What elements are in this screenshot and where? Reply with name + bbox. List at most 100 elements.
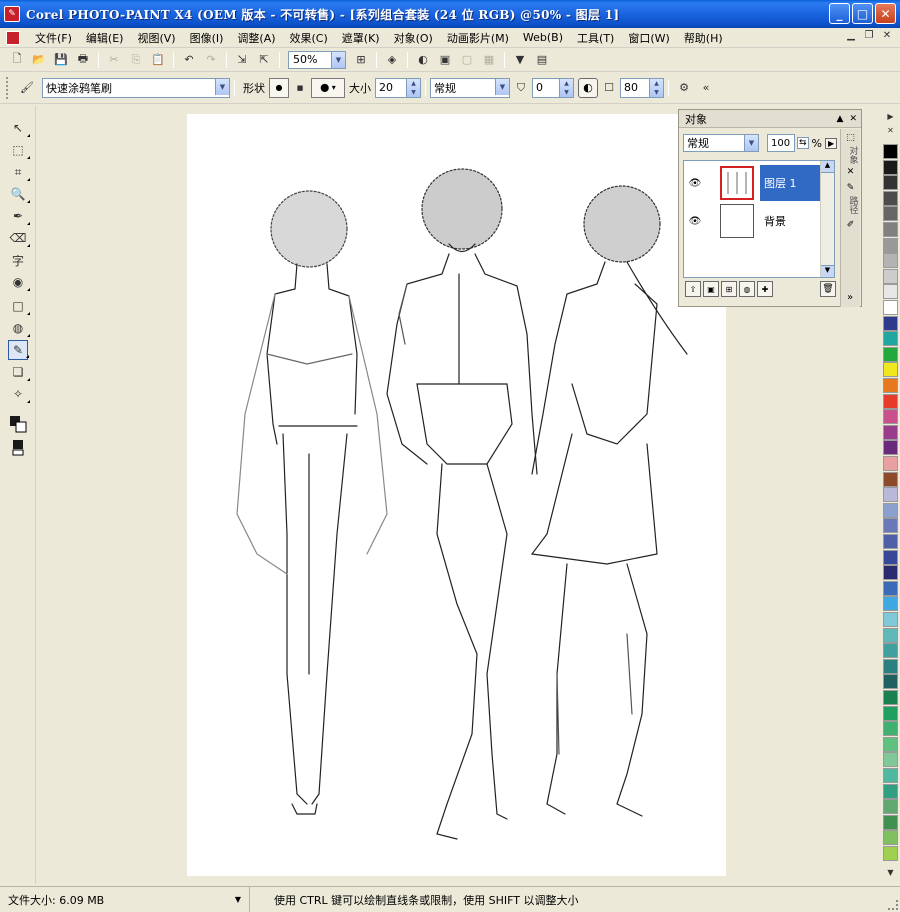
scroll-up-icon[interactable]: ▲	[821, 161, 834, 173]
docker-tab-brush-icon[interactable]: ✐	[841, 220, 860, 230]
undo-icon[interactable]: ↶	[180, 51, 198, 69]
chevron-down-icon[interactable]: ▼	[744, 135, 758, 151]
cut-icon[interactable]: ✂	[105, 51, 123, 69]
menu-object[interactable]: 对象(O)	[387, 30, 440, 46]
maximize-button[interactable]: □	[852, 3, 873, 24]
zoom-fit-icon[interactable]: ⊞	[352, 51, 370, 69]
scroll-down-icon[interactable]: ▼	[821, 265, 834, 277]
size-spinner[interactable]: 20 ▲ ▼	[375, 77, 421, 98]
new-lens-icon[interactable]: ✚	[757, 281, 773, 297]
color-swatch[interactable]	[883, 315, 898, 331]
eye-icon[interactable]: 👁	[684, 216, 706, 227]
zoom-tool-icon[interactable]: 🔍	[8, 184, 30, 204]
color-swatch[interactable]	[883, 471, 898, 487]
red-eye-tool-icon[interactable]: ◉	[8, 272, 30, 292]
color-swatch[interactable]	[883, 268, 898, 284]
docker-tab-close-icon[interactable]: ✕	[841, 167, 860, 177]
color-swatch[interactable]	[883, 721, 898, 737]
color-swatch[interactable]	[883, 487, 898, 503]
copy-icon[interactable]: ⎘	[127, 51, 145, 69]
color-swatch[interactable]	[883, 300, 898, 315]
menu-edit[interactable]: 编辑(E)	[79, 30, 131, 46]
color-swatch[interactable]	[883, 674, 898, 690]
blend-mode-select[interactable]: 常规 ▼	[683, 134, 759, 152]
layers-scrollbar[interactable]: ▲ ▼	[820, 161, 834, 277]
color-swatch[interactable]	[883, 284, 898, 300]
color-swatch[interactable]	[883, 222, 898, 237]
color-swatch[interactable]	[883, 658, 898, 674]
export-icon[interactable]: ⇱	[255, 51, 273, 69]
no-color-icon[interactable]: ✕	[883, 126, 898, 140]
zoom-level-select[interactable]: 50% ▼	[288, 50, 346, 69]
spinner-arrows-icon[interactable]: ▲ ▼	[649, 78, 663, 97]
color-swatch[interactable]	[883, 378, 898, 393]
color-swatch[interactable]	[883, 456, 898, 471]
eraser-tool-icon[interactable]: ⌫	[8, 228, 30, 248]
minimize-button[interactable]: _	[829, 3, 850, 24]
document-icon[interactable]	[6, 30, 20, 45]
color-swatch[interactable]	[883, 362, 898, 378]
chevron-down-icon[interactable]: ▼	[215, 78, 229, 95]
doc-restore-icon[interactable]: ❐	[862, 30, 876, 41]
color-swatch[interactable]	[883, 518, 898, 534]
effect-tool-icon[interactable]: ❏	[8, 362, 30, 382]
menu-tools[interactable]: 工具(T)	[570, 30, 621, 46]
save-icon[interactable]: 💾	[52, 51, 70, 69]
color-swatch[interactable]	[883, 627, 898, 643]
color-swatch[interactable]	[883, 534, 898, 549]
file-size-section[interactable]: 文件大小: 6.09 MB ▼	[0, 887, 250, 912]
doc-close-icon[interactable]: ✕	[880, 30, 894, 41]
open-icon[interactable]: 📂	[30, 51, 48, 69]
color-swatch[interactable]	[883, 502, 898, 518]
docker-expand-icon[interactable]: »	[841, 292, 859, 303]
antialias-toggle-icon[interactable]: ◐	[578, 77, 598, 98]
square-nib-icon[interactable]: ■	[291, 79, 309, 97]
merge-mode-select[interactable]: 常规 ▼	[430, 77, 510, 98]
reset-colors-icon[interactable]	[8, 438, 28, 458]
mask-overlay-icon[interactable]: ▣	[436, 51, 454, 69]
mask-marquee-icon[interactable]: ▢	[458, 51, 476, 69]
toolbar-grip[interactable]	[6, 76, 10, 99]
eye-icon[interactable]: 👁	[684, 178, 706, 189]
expand-bar-icon[interactable]: «	[697, 79, 715, 97]
palette-scroll-down-icon[interactable]: ▼	[883, 868, 898, 882]
eyedropper-tool-icon[interactable]: ✒	[8, 206, 30, 226]
mask-tool-icon[interactable]: ⬚	[8, 140, 30, 160]
layer-row-layer1[interactable]: 👁 图层 1	[684, 163, 834, 203]
spinner-arrows-icon[interactable]: ▲ ▼	[559, 78, 573, 97]
color-swatch[interactable]	[883, 830, 898, 846]
object-from-mask-icon[interactable]: ▣	[703, 281, 719, 297]
opacity-input[interactable]: 100	[767, 134, 795, 152]
close-icon[interactable]: ✕	[849, 114, 857, 124]
color-swatches-icon[interactable]	[8, 414, 28, 434]
paste-icon[interactable]: 📋	[149, 51, 167, 69]
color-swatch[interactable]	[883, 206, 898, 222]
fill-tool-icon[interactable]: ◍	[8, 318, 30, 338]
color-swatch[interactable]	[883, 409, 898, 425]
color-swatch[interactable]	[883, 846, 898, 861]
docker-tab-path-icon[interactable]: ✎	[841, 183, 860, 193]
color-swatch[interactable]	[883, 346, 898, 362]
paint-tool-icon[interactable]: ✎	[8, 340, 29, 360]
image-canvas[interactable]	[187, 114, 726, 876]
lock-mask-icon[interactable]: ▦	[480, 51, 498, 69]
color-swatch[interactable]	[883, 144, 898, 159]
chevron-down-icon[interactable]: ▼	[235, 895, 241, 904]
collapse-icon[interactable]: ▲	[837, 114, 844, 124]
menu-help[interactable]: 帮助(H)	[677, 30, 730, 46]
create-mask-icon[interactable]: ◍	[739, 281, 755, 297]
welcome-screen-icon[interactable]: ▤	[533, 51, 551, 69]
menu-web[interactable]: Web(B)	[516, 31, 570, 44]
palette-scroll-up-icon[interactable]: ▶	[883, 112, 898, 126]
round-nib-button[interactable]: ●	[269, 77, 289, 98]
brush-preset-select[interactable]: 快速涂鸦笔刷 ▼	[42, 77, 230, 98]
color-swatch[interactable]	[883, 705, 898, 721]
brush-settings-icon[interactable]: ⚙	[675, 79, 693, 97]
chevron-down-icon[interactable]: ▼	[495, 78, 509, 95]
color-swatch[interactable]	[883, 596, 898, 612]
color-swatch[interactable]	[883, 159, 898, 175]
color-swatch[interactable]	[883, 580, 898, 596]
color-swatch[interactable]	[883, 237, 898, 253]
color-swatch[interactable]	[883, 814, 898, 830]
print-icon[interactable]: 🖶	[74, 51, 92, 69]
